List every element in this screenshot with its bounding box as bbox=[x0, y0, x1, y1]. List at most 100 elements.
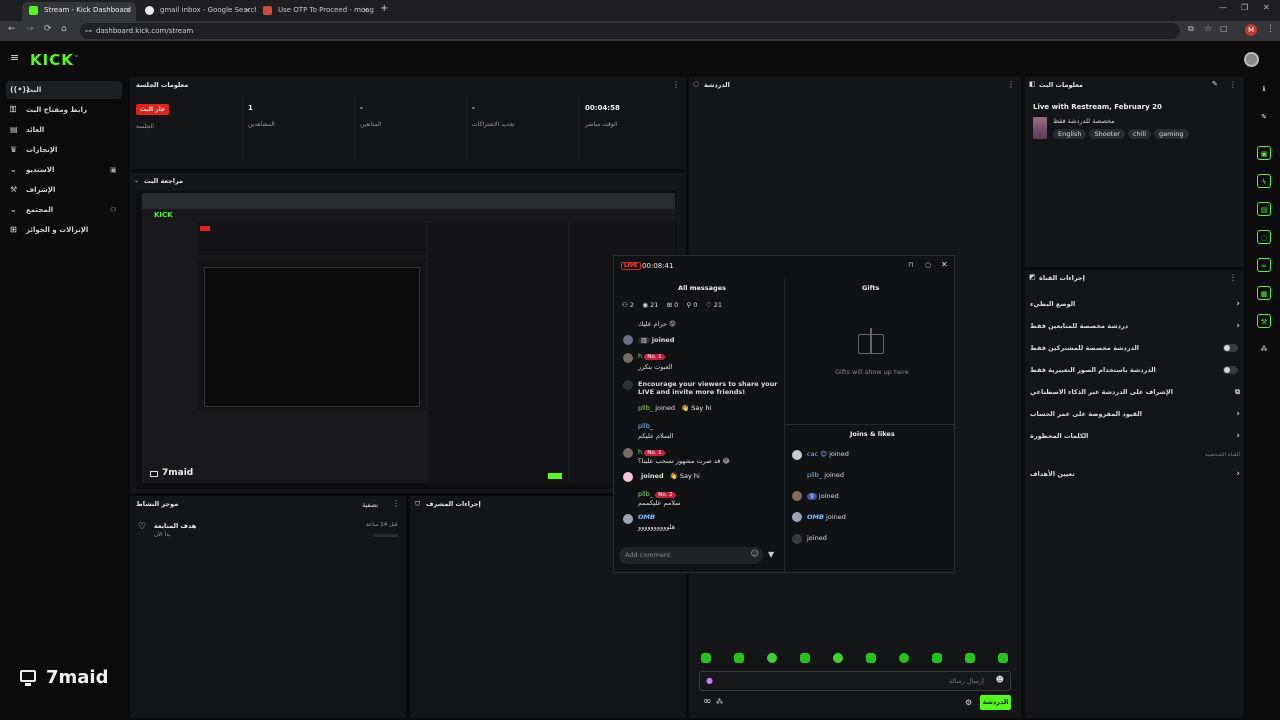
tab-kick-dashboard[interactable]: Stream - Kick Dashboard ✕ bbox=[22, 2, 136, 21]
profile-avatar[interactable]: M bbox=[1245, 24, 1257, 36]
settings-gear-icon[interactable]: ⚙ bbox=[965, 698, 972, 707]
sidebar-item-studio[interactable]: ⌄ الاستديو ▣ bbox=[6, 161, 122, 179]
home-icon[interactable]: ⌂ bbox=[61, 24, 67, 34]
site-info-icon[interactable]: ⊶ bbox=[85, 23, 92, 39]
monitor-stand-icon bbox=[25, 683, 31, 686]
emoji-icon[interactable]: ☻ bbox=[996, 675, 1004, 684]
lightning-icon[interactable]: ϟ bbox=[1257, 174, 1271, 188]
info-icon[interactable]: ℹ bbox=[1257, 82, 1271, 96]
extensions-icon[interactable]: ▢ bbox=[1220, 24, 1228, 33]
emoji-icon[interactable]: ☺ bbox=[751, 549, 759, 558]
new-tab-button[interactable]: + bbox=[380, 3, 388, 14]
action-banned-words[interactable]: الكلمات المحظورة › bbox=[1030, 428, 1240, 444]
sidebar-item-stream-key[interactable]: ⚿ رابط ومفتاح البث bbox=[6, 101, 122, 119]
edit-pencil-icon[interactable]: ✎ bbox=[1212, 80, 1218, 88]
say-hi-button[interactable]: 👋 Say hi bbox=[670, 472, 700, 480]
sidebar-item-label: الاستديو bbox=[26, 166, 55, 174]
joins-divider bbox=[785, 424, 955, 425]
chat-input[interactable]: ● إرسال رسالة ☻ bbox=[699, 671, 1011, 691]
document-icon[interactable]: ▤ bbox=[1257, 202, 1271, 216]
emote-icon[interactable] bbox=[767, 653, 777, 663]
avatar bbox=[623, 448, 633, 458]
emote-bar bbox=[689, 651, 1021, 665]
stat-viewers-value: 1 bbox=[248, 104, 253, 112]
filter-icon[interactable]: ▼ bbox=[768, 550, 774, 559]
tab-google-search[interactable]: gmail inbox - Google Search ✕ bbox=[138, 2, 256, 21]
preview-collapse-icon[interactable]: ⌄ bbox=[134, 177, 139, 184]
sidebar-item-stream[interactable]: ((•)) البث bbox=[6, 81, 122, 99]
action-subscribers-only[interactable]: الدردشة مخصصة للمشتركين فقط bbox=[1030, 340, 1240, 356]
emote-icon[interactable] bbox=[899, 653, 909, 663]
action-ai-moderation[interactable]: الإشراف على الدردشة عبر الذكاء الاصطناعي… bbox=[1030, 384, 1240, 400]
sidebar-item-drops[interactable]: ⊞ الإنزالات و الجوائز bbox=[6, 221, 122, 239]
action-slow-mode[interactable]: الوضع البطيء › bbox=[1030, 296, 1240, 312]
stat-divider bbox=[466, 97, 467, 159]
chat-input-placeholder: إرسال رسالة bbox=[948, 677, 984, 685]
pencil-icon[interactable]: ✎ bbox=[1257, 110, 1271, 124]
reload-icon[interactable]: ⟳ bbox=[44, 24, 52, 34]
infinity-icon[interactable]: ∞ bbox=[703, 696, 711, 707]
filter-button[interactable]: تصفية bbox=[362, 501, 378, 509]
more-options-icon[interactable]: ⋮ bbox=[1229, 80, 1237, 89]
tab-gmail[interactable]: Use OTP To Proceed - moagS... ✕ bbox=[256, 2, 374, 21]
kick-logo[interactable]: KICK™ bbox=[30, 51, 80, 69]
say-hi-button[interactable]: 👋 Say hi bbox=[681, 404, 711, 412]
url-bar[interactable]: ⊶ dashboard.kick.com/stream bbox=[80, 23, 1180, 39]
lock-icon[interactable]: ⊓ bbox=[908, 261, 913, 269]
emote-icon[interactable] bbox=[965, 653, 975, 663]
window-minimize-icon[interactable]: — bbox=[1219, 3, 1227, 12]
sidebar-item-moderation[interactable]: ⚒ الإشراف bbox=[6, 181, 122, 199]
action-emote-only[interactable]: الدردشة باستخدام الصور التعبيرية فقط bbox=[1030, 362, 1240, 378]
more-options-icon[interactable]: ⋮ bbox=[1229, 273, 1237, 282]
bookmark-star-icon[interactable]: ☆ bbox=[1204, 24, 1212, 34]
camera-icon[interactable]: ▣ bbox=[1257, 146, 1271, 160]
emote-icon[interactable] bbox=[998, 653, 1008, 663]
emote-icon[interactable] bbox=[866, 653, 876, 663]
mic-icon[interactable]: ● bbox=[706, 676, 713, 685]
expand-icon[interactable]: ○ bbox=[925, 261, 931, 269]
window-restore-icon[interactable]: ❐ bbox=[1241, 3, 1248, 12]
rank-badge: No. 1 bbox=[644, 450, 665, 456]
link-icon[interactable]: ∞ bbox=[1257, 258, 1271, 272]
close-icon[interactable]: ✕ bbox=[362, 2, 369, 19]
back-icon[interactable]: ← bbox=[8, 24, 16, 34]
more-options-icon[interactable]: ⋮ bbox=[1007, 80, 1015, 89]
emote-icon[interactable] bbox=[800, 653, 810, 663]
chat-bubble-icon[interactable]: ◌ bbox=[1257, 230, 1271, 244]
tip-text: Encourage your viewers to share your LIV… bbox=[638, 380, 778, 396]
add-comment-input[interactable]: Add comment ☺ bbox=[619, 547, 763, 564]
hamburger-menu-icon[interactable]: ≡ bbox=[10, 51, 19, 64]
user-avatar[interactable] bbox=[1244, 52, 1259, 67]
sidebar-item-revenue[interactable]: ▤ العائد bbox=[6, 121, 122, 139]
translate-icon[interactable]: ⧉ bbox=[1188, 24, 1194, 34]
emote-icon[interactable] bbox=[701, 653, 711, 663]
action-followers-only[interactable]: دردشة مخصصة للمتابعين فقط › bbox=[1030, 318, 1240, 334]
emote-icon[interactable] bbox=[734, 653, 744, 663]
emote-icon[interactable] bbox=[833, 653, 843, 663]
shield-icon: ⛉ bbox=[415, 500, 421, 508]
action-set-goals[interactable]: تعيين الأهداف › bbox=[1030, 466, 1240, 482]
emote-icon[interactable] bbox=[932, 653, 942, 663]
stat-followers-value: - bbox=[360, 104, 363, 112]
wrench-icon[interactable]: ⚒ bbox=[1257, 314, 1271, 328]
close-icon[interactable]: ✕ bbox=[941, 260, 948, 269]
close-icon[interactable]: ✕ bbox=[124, 2, 131, 19]
subscribers-only-toggle[interactable] bbox=[1223, 344, 1238, 352]
close-icon[interactable]: ✕ bbox=[244, 2, 251, 19]
action-account-age[interactable]: القيود المفروضة على عمر الحساب › bbox=[1030, 406, 1240, 422]
chat-send-button[interactable]: الدردشة bbox=[980, 695, 1011, 710]
layout-icon[interactable]: ▦ bbox=[1257, 286, 1271, 300]
people-icon[interactable]: ⁂ bbox=[716, 698, 723, 706]
emote-only-toggle[interactable] bbox=[1223, 366, 1238, 374]
share-icon[interactable]: ⁂ bbox=[1257, 342, 1271, 356]
kick-favicon-icon bbox=[29, 6, 38, 15]
viewers-icon: ⚇ bbox=[622, 301, 628, 309]
window-close-icon[interactable]: ✕ bbox=[1263, 3, 1270, 12]
sidebar-item-community[interactable]: ⌄ المجتمع ⚇ bbox=[6, 201, 122, 219]
sidebar-item-achievements[interactable]: ♛ الإنجازات bbox=[6, 141, 122, 159]
more-options-icon[interactable]: ⋮ bbox=[672, 80, 680, 89]
tag-chip: gaming bbox=[1154, 129, 1189, 139]
more-options-icon[interactable]: ⋮ bbox=[392, 499, 400, 508]
browser-menu-icon[interactable]: ⋮ bbox=[1266, 24, 1275, 34]
forward-icon[interactable]: → bbox=[26, 24, 34, 34]
